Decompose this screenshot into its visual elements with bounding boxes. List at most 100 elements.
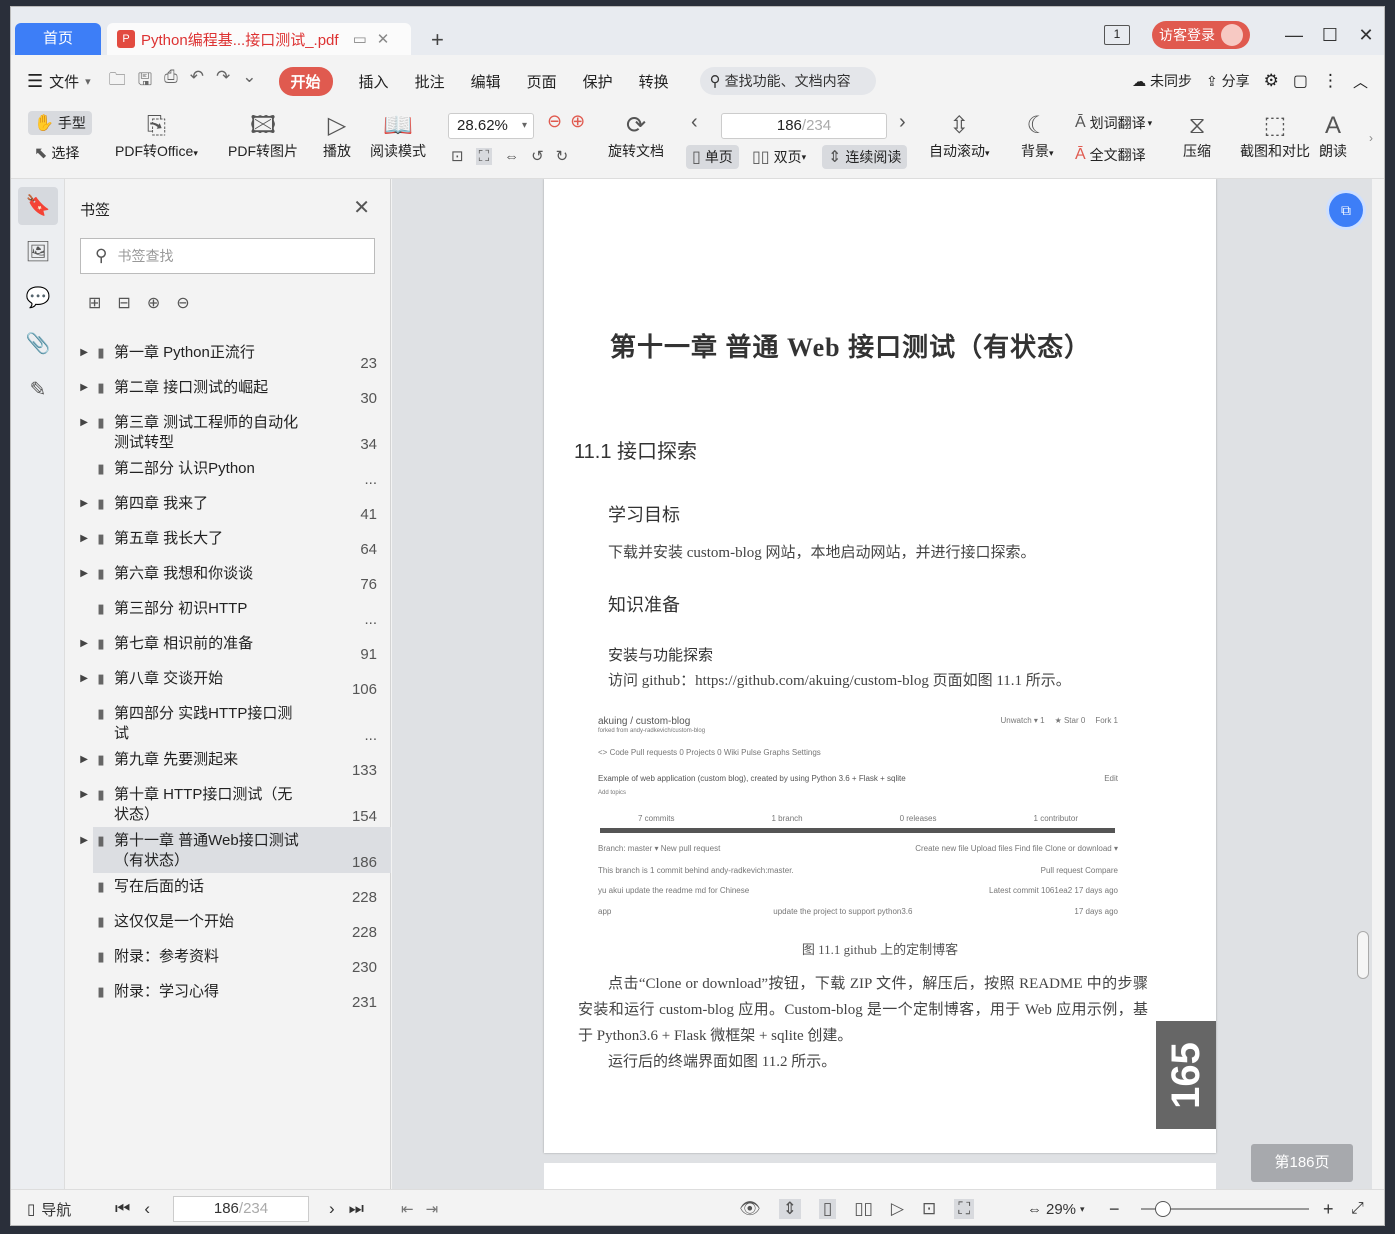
bookmark-icon[interactable]: 🔖 (18, 187, 58, 225)
tab-document[interactable]: P Python编程基...接口测试_.pdf ▭ ✕ (107, 23, 411, 55)
expand-arrow-icon[interactable]: ▶ (66, 527, 88, 558)
thumbnail-icon[interactable]: 🖼 (18, 233, 58, 271)
next-page-icon[interactable]: › (329, 1199, 335, 1219)
expand-all-icon[interactable]: ⊞ (88, 293, 101, 313)
expand-arrow-icon[interactable]: ▶ (66, 783, 88, 825)
bookmark-item[interactable]: ▮ 附录：参考资料 230 (66, 943, 391, 978)
zoom-in-button[interactable]: + (1323, 1190, 1334, 1225)
file-menu[interactable]: ☰ 文件 ▾ (27, 71, 91, 92)
save-icon[interactable]: 🖫 (138, 67, 152, 96)
bookmark-item[interactable]: ▶ ▮ 第五章 我长大了 64 (66, 525, 391, 560)
monitor-icon[interactable]: ▭ (353, 30, 367, 48)
bookmark-item[interactable]: ▶ ▮ 第十一章 普通Web接口测试（有状态） 186 (80, 827, 391, 873)
bookmark-item[interactable]: ▮ 第三部分 初识HTTP... (66, 595, 391, 630)
fullscreen-icon[interactable]: ⤢ (1351, 1190, 1364, 1225)
prev-page-button[interactable]: ‹ (691, 111, 698, 134)
zoom-out-icon[interactable]: ⊖ (547, 111, 562, 132)
tab-protect[interactable]: 保护 (583, 71, 613, 92)
bookmark-item[interactable]: ▶ ▮ 第十章 HTTP接口测试（无状态） 154 (66, 781, 391, 827)
fit-page-mode-icon[interactable]: ⛶ (954, 1199, 975, 1219)
eye-care-icon[interactable]: 👁 (739, 1199, 761, 1219)
zoom-in-icon[interactable]: ⊕ (570, 111, 585, 132)
expand-arrow-icon[interactable]: ▶ (66, 748, 88, 779)
tab-edit[interactable]: 编辑 (471, 71, 501, 92)
tab-page[interactable]: 页面 (527, 71, 557, 92)
back-icon[interactable]: ⇤ (401, 1200, 414, 1218)
bookmark-item[interactable]: ▶ ▮ 第一章 Python正流行 23 (66, 339, 391, 374)
expand-arrow-icon[interactable]: ▶ (66, 632, 88, 663)
bookmark-item[interactable]: ▮ 第二部分 认识Python... (66, 455, 391, 490)
login-button[interactable]: 访客登录 (1152, 21, 1250, 49)
play-mode-icon[interactable]: ▷ (891, 1199, 904, 1219)
bookmark-item[interactable]: ▶ ▮ 第九章 先要测起来 133 (66, 746, 391, 781)
continuous-mode-icon[interactable]: ⇕ (778, 1199, 801, 1219)
sync-status[interactable]: ☁ 未同步 (1132, 71, 1192, 91)
more-icon[interactable]: ⋮ (1322, 71, 1339, 91)
first-page-icon[interactable]: ⏮ (115, 1199, 130, 1219)
status-zoom-select[interactable]: ⇔ 29% ▾ (1027, 1190, 1085, 1225)
feature-search[interactable]: ⚲ 查找功能、文档内容 (699, 67, 876, 95)
tab-insert[interactable]: 插入 (359, 71, 389, 92)
page-number-input[interactable]: 186/234 (721, 113, 887, 139)
zoom-slider-knob[interactable] (1155, 1201, 1171, 1217)
actual-size-mode-icon[interactable]: ⊡ (922, 1199, 936, 1219)
actual-size-icon[interactable]: ⊡ (451, 147, 464, 165)
full-translate-button[interactable]: Ā 全文翻译 (1075, 145, 1146, 165)
collapse-all-icon[interactable]: ⊟ (117, 293, 130, 313)
pdf-to-office-button[interactable]: ⎘ PDF转Office▾ (115, 111, 198, 161)
compress-button[interactable]: ⧖ 压缩 (1183, 111, 1211, 161)
tab-start[interactable]: 开始 (278, 66, 333, 96)
comment-icon[interactable]: ▢ (1293, 71, 1308, 91)
last-page-icon[interactable]: ⏭ (349, 1199, 364, 1219)
pdf-to-image-button[interactable]: 🖾 PDF转图片 (228, 111, 298, 161)
zoom-select[interactable]: 28.62% ▾ (448, 113, 534, 139)
expand-arrow-icon[interactable]: ▶ (66, 667, 88, 698)
vertical-scrollbar-thumb[interactable] (1357, 931, 1369, 979)
bookmark-item[interactable]: ▶ ▮ 第八章 交谈开始 106 (66, 665, 391, 700)
tab-home[interactable]: 首页 (15, 23, 101, 55)
add-bookmark-icon[interactable]: ⊕ (147, 293, 160, 313)
read-aloud-button[interactable]: A 朗读 (1319, 111, 1347, 161)
read-mode-button[interactable]: 📖 阅读模式 (370, 111, 426, 161)
bookmark-item[interactable]: ▶ ▮ 第二章 接口测试的崛起 30 (66, 374, 391, 409)
auto-scroll-button[interactable]: ⇳ 自动滚动▾ (929, 111, 990, 161)
forward-icon[interactable]: ⇥ (426, 1200, 439, 1218)
delete-bookmark-icon[interactable]: ⊖ (176, 293, 189, 313)
attachment-icon[interactable]: 📎 (18, 325, 58, 363)
single-page-button[interactable]: ▯ 单页 (686, 145, 739, 169)
bookmark-search-input[interactable]: ⚲ 书签查找 (80, 238, 375, 274)
single-page-mode-icon[interactable]: ▯ (818, 1199, 837, 1219)
floating-tool-button[interactable]: ⧉ (1329, 193, 1363, 227)
expand-arrow-icon[interactable]: ▶ (66, 562, 88, 593)
tab-annotate[interactable]: 批注 (415, 71, 445, 92)
open-folder-icon[interactable]: 🗀 (109, 67, 126, 96)
minimize-icon[interactable]: — (1276, 25, 1312, 46)
window-count-icon[interactable]: 1 (1104, 25, 1130, 45)
comment-panel-icon[interactable]: 💬 (18, 279, 58, 317)
document-viewport[interactable]: 第十一章 普通 Web 接口测试（有状态） 11.1 接口探索 学习目标 下载并… (392, 179, 1372, 1189)
bookmark-item[interactable]: ▮ 写在后面的话 228 (66, 873, 391, 908)
bookmark-item[interactable]: ▶ ▮ 第六章 我想和你谈谈 76 (66, 560, 391, 595)
print-icon[interactable]: ⎙ (164, 67, 178, 96)
zoom-out-button[interactable]: − (1109, 1190, 1120, 1225)
word-translate-button[interactable]: Ā 划词翻译 ▾ (1075, 113, 1152, 133)
bookmark-item[interactable]: ▮ 这仅仅是一个开始 228 (66, 908, 391, 943)
close-tab-icon[interactable]: ✕ (377, 30, 390, 48)
zoom-slider[interactable] (1141, 1201, 1309, 1217)
status-page-input[interactable]: 186/234 (173, 1196, 309, 1222)
prev-page-icon[interactable]: ‹ (144, 1199, 150, 1219)
expand-arrow-icon[interactable]: ▶ (66, 376, 88, 407)
rotate-left-icon[interactable]: ↺ (531, 147, 544, 165)
expand-arrow-icon[interactable]: ▶ (66, 492, 88, 523)
fit-width-icon[interactable]: ⇔ (504, 148, 519, 165)
expand-arrow-icon[interactable]: ▶ (66, 341, 88, 372)
select-tool-button[interactable]: ⬉ 选择 (34, 143, 79, 163)
next-page-button[interactable]: › (899, 111, 906, 134)
more-dropdown-icon[interactable]: ⌄ (242, 67, 256, 96)
undo-icon[interactable]: ↶ (190, 67, 204, 96)
play-button[interactable]: ▷ 播放 (323, 111, 351, 161)
navigation-toggle[interactable]: ▯ 导航 (27, 1190, 71, 1225)
bookmark-item[interactable]: ▮ 附录：学习心得 231 (66, 978, 391, 1013)
maximize-icon[interactable]: ☐ (1312, 25, 1348, 46)
redo-icon[interactable]: ↷ (216, 67, 230, 96)
